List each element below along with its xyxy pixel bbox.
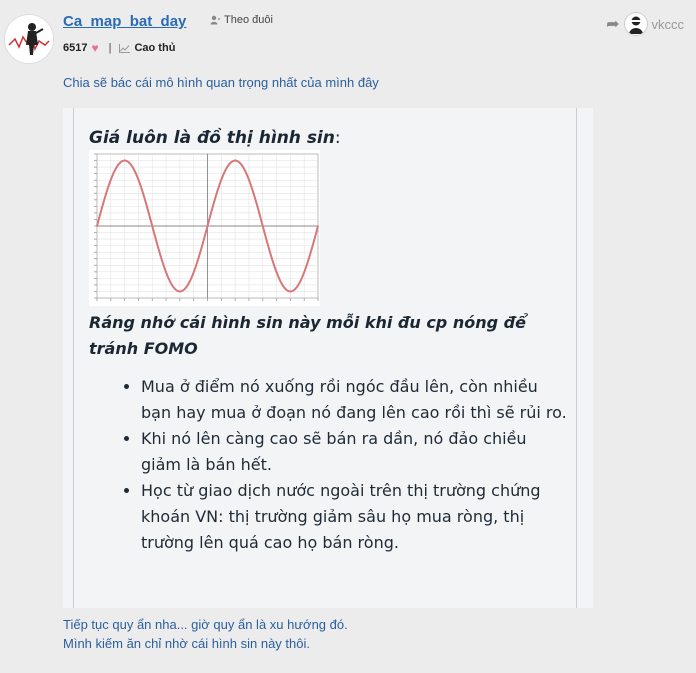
quote-subtitle: Ráng nhớ cái hình sin này mỗi khi đu cp … <box>89 313 526 358</box>
avatar[interactable] <box>4 14 54 64</box>
username-link[interactable]: Ca_map_bat_day <box>63 13 186 30</box>
quote-title: Giá luôn là đồ thị hình sin: <box>89 128 341 148</box>
reply-user-avatar[interactable] <box>623 12 648 36</box>
sine-data-point <box>151 225 154 227</box>
sine-data-point <box>289 290 292 293</box>
sine-chart-svg <box>94 153 319 301</box>
rank-label: Cao thủ <box>134 42 176 54</box>
quote-bullet-list: Mua ở điểm nó xuống rồi ngóc đầu lên, cò… <box>89 374 569 556</box>
sine-chart <box>89 150 320 306</box>
quote-bullet: Mua ở điểm nó xuống rồi ngóc đầu lên, cò… <box>141 374 569 426</box>
sine-data-point <box>179 290 181 293</box>
outro-line: Tiếp tục quy ẩn nha... giờ quy ẩn là xu … <box>63 617 348 632</box>
divider: | <box>108 42 112 54</box>
user-stats: 6517 ♥ | Cao thủ <box>63 41 175 55</box>
quote-block: Giá luôn là đồ thị hình sin: Ráng nhớ cá… <box>63 108 593 608</box>
quote-title-text: Giá luôn là đồ thị hình sin <box>89 128 335 148</box>
sine-data-point <box>206 225 209 227</box>
reply-user-avatar-image <box>624 13 647 35</box>
post-outro: Tiếp tục quy ẩn nha... giờ quy ẩn là xu … <box>63 615 348 653</box>
quote-bullet: Khi nó lên càng cao sẽ bán ra dần, nó đả… <box>141 426 569 478</box>
reply-to: ➦ vkccc <box>606 12 684 36</box>
reply-arrow-icon[interactable]: ➦ <box>606 14 619 34</box>
heart-icon: ♥ <box>91 41 99 55</box>
quote-border-right <box>576 108 577 608</box>
quote-border-left <box>73 108 74 608</box>
outro-line: Mình kiếm ăn chỉ nhờ cái hình sin này th… <box>63 636 310 651</box>
follow-button[interactable]: Theo đuôi <box>210 14 273 26</box>
quote-bullet: Học từ giao dịch nước ngoài trên thị trư… <box>141 478 569 556</box>
quote-title-colon: : <box>334 128 341 148</box>
reply-user-name[interactable]: vkccc <box>652 17 685 32</box>
sine-data-point <box>96 225 98 227</box>
sine-data-point <box>123 159 126 162</box>
post-intro-text: Chia sẽ bác cái mô hình quan trọng nhất … <box>63 75 379 90</box>
user-icon <box>210 15 220 25</box>
sine-data-point <box>261 225 264 227</box>
sine-data-point <box>317 225 319 227</box>
sine-data-point <box>234 159 236 162</box>
avatar-image <box>5 15 53 63</box>
follow-label: Theo đuôi <box>224 14 273 26</box>
points-count: 6517 <box>63 42 88 54</box>
rank-chart-icon <box>119 43 131 53</box>
